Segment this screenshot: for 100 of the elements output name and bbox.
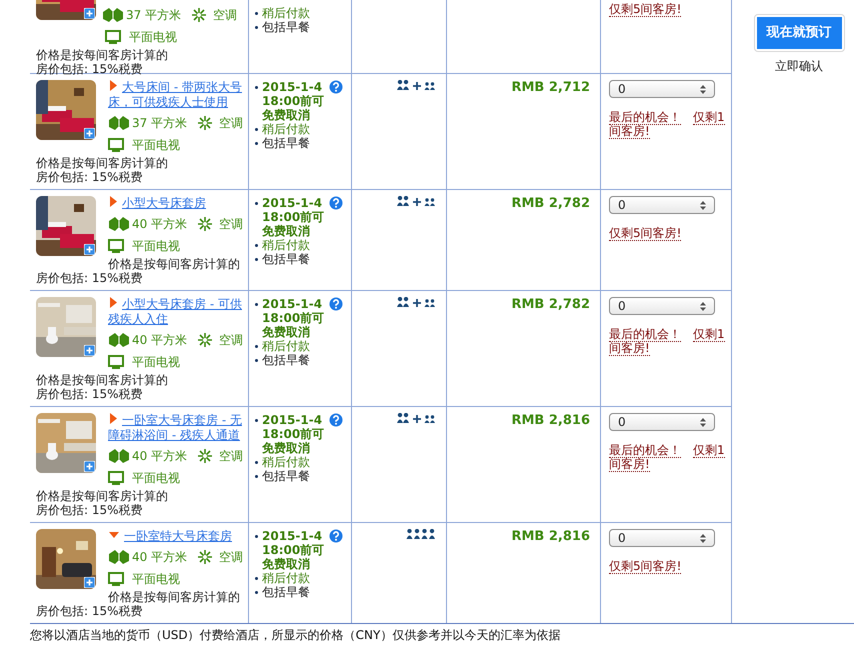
policy-text: 稍后付款 <box>262 571 310 585</box>
amenity-text: 空调 <box>219 549 244 566</box>
amenity-text: 空调 <box>219 448 244 465</box>
area-icon <box>108 332 130 348</box>
bullet-icon <box>255 419 258 422</box>
quantity-dropdown[interactable]: 0 <box>609 413 715 431</box>
snowflake-icon <box>197 115 214 131</box>
policy-text: 2015-1-4 18:00前可免费取消 <box>262 80 326 122</box>
policy-text: 包括早餐 <box>262 585 310 599</box>
plus-icon <box>84 128 95 139</box>
policy-text: 稍后付款 <box>262 339 310 353</box>
price-text: RMB 2,782 <box>511 297 590 312</box>
area-icon <box>108 216 130 232</box>
snowflake-icon <box>191 7 208 23</box>
amenity-text: 平面电视 <box>129 29 177 46</box>
snowflake-icon <box>197 549 214 565</box>
amenity-text: 平面电视 <box>132 571 180 588</box>
quantity-dropdown[interactable]: 0 <box>609 80 715 98</box>
plus-sign-icon <box>412 196 422 208</box>
price-note-text: 价格是按每间客房计算的 <box>36 373 169 387</box>
availability-text: 最后的机会！ 仅剩1间客房! <box>609 110 726 138</box>
amenity-text: 平面电视 <box>132 137 180 154</box>
monitor-icon <box>108 138 124 152</box>
plus-icon <box>84 244 95 255</box>
amenity-text: 平面电视 <box>132 354 180 371</box>
monitor-icon <box>108 572 124 586</box>
plus-icon <box>84 461 95 472</box>
room-title-link[interactable]: 大号床间 - 带两张大号床，可供残疾人士使用 <box>108 80 244 110</box>
room-size-text: 37 平方米 <box>126 7 182 24</box>
help-icon <box>329 196 343 210</box>
children-icon <box>424 80 436 92</box>
currency-note: 您将以酒店当地的货币（USD）付费给酒店，所显示的价格（CNY）仅供参考并以今天的汇率为依据 <box>30 627 560 643</box>
bullet-icon <box>255 345 258 348</box>
quantity-dropdown[interactable]: 0 <box>609 196 715 214</box>
help-icon <box>329 529 343 543</box>
children-icon <box>424 413 436 425</box>
amenity-text: 空调 <box>213 7 238 24</box>
stepper-arrows-icon <box>700 534 706 542</box>
bullet-icon <box>255 86 258 89</box>
room-size-text: 40 平方米 <box>132 216 188 233</box>
book-now-button[interactable]: 现在就预订 <box>756 17 842 48</box>
adults-icon <box>396 80 410 92</box>
amenity-text: 空调 <box>219 332 244 349</box>
room-size-text: 40 平方米 <box>132 332 188 349</box>
room-title-link[interactable]: 一卧室大号床套房 - 无障碍淋浴间 - 残疾人通道 <box>108 413 244 443</box>
bullet-icon <box>255 475 258 478</box>
room-title-link[interactable]: 一卧室特大号床套房 <box>108 529 244 544</box>
policy-text: 包括早餐 <box>262 469 310 483</box>
monitor-icon <box>108 470 124 486</box>
four-people-icon <box>406 529 436 541</box>
bullet-icon <box>255 26 258 29</box>
bullet-icon <box>255 244 258 247</box>
policy-text: 稍后付款 <box>262 6 310 20</box>
stepper-arrows-icon <box>700 418 706 426</box>
amenity-text: 平面电视 <box>132 238 180 255</box>
policy-text: 稍后付款 <box>262 455 310 469</box>
price-note-text: 价格是按每间客房计算的 <box>36 489 169 503</box>
help-icon <box>329 413 343 427</box>
area-icon <box>108 448 130 464</box>
monitor-icon <box>105 30 121 44</box>
adults-icon <box>396 413 410 425</box>
stepper-arrows-icon <box>700 302 706 310</box>
adults-icon <box>396 196 410 208</box>
room-title-link[interactable]: 小型大号床套房 - 可供残疾人入住 <box>108 297 244 327</box>
price-note-text: 价格是按每间客房计算的 <box>36 48 169 62</box>
children-icon <box>424 196 436 208</box>
availability-text: 仅剩5间客房! <box>609 559 682 573</box>
help-icon <box>329 80 343 94</box>
policy-text: 包括早餐 <box>262 353 310 367</box>
quantity-dropdown[interactable]: 0 <box>609 529 715 547</box>
stepper-arrows-icon <box>700 200 706 210</box>
bullet-icon <box>255 258 258 261</box>
tax-note-text: 房价包括: 15%税费 <box>36 604 144 618</box>
bullet-icon <box>255 202 258 205</box>
bullet-icon <box>255 577 258 580</box>
tax-note-text: 房价包括: 15%税费 <box>36 62 144 76</box>
amenity-text: 空调 <box>219 216 244 233</box>
tax-note-text: 房价包括: 15%税费 <box>36 271 144 285</box>
availability-text: 仅剩5间客房! <box>609 226 682 240</box>
monitor-icon <box>108 238 124 254</box>
snowflake-icon <box>197 332 214 348</box>
room-title-link[interactable]: 小型大号床套房 <box>108 196 244 211</box>
policy-text: 2015-1-4 18:00前可免费取消 <box>262 196 326 238</box>
bullet-icon <box>255 142 258 145</box>
bullet-icon <box>255 535 258 538</box>
quantity-dropdown[interactable]: 0 <box>609 297 715 315</box>
price-text: RMB 2,782 <box>511 196 590 211</box>
plus-sign-icon <box>412 80 422 92</box>
adults-icon <box>396 297 410 309</box>
price-note-text: 价格是按每间客房计算的 <box>36 156 169 170</box>
plus-sign-icon <box>412 413 422 425</box>
stepper-arrows-icon <box>700 84 706 94</box>
children-icon <box>424 297 436 309</box>
area-icon <box>108 549 130 565</box>
bullet-icon <box>255 12 258 15</box>
policy-text: 稍后付款 <box>262 238 310 252</box>
help-icon <box>329 297 343 311</box>
bullet-icon <box>255 359 258 362</box>
bullet-icon <box>255 303 258 306</box>
policy-text: 2015-1-4 18:00前可免费取消 <box>262 297 326 339</box>
